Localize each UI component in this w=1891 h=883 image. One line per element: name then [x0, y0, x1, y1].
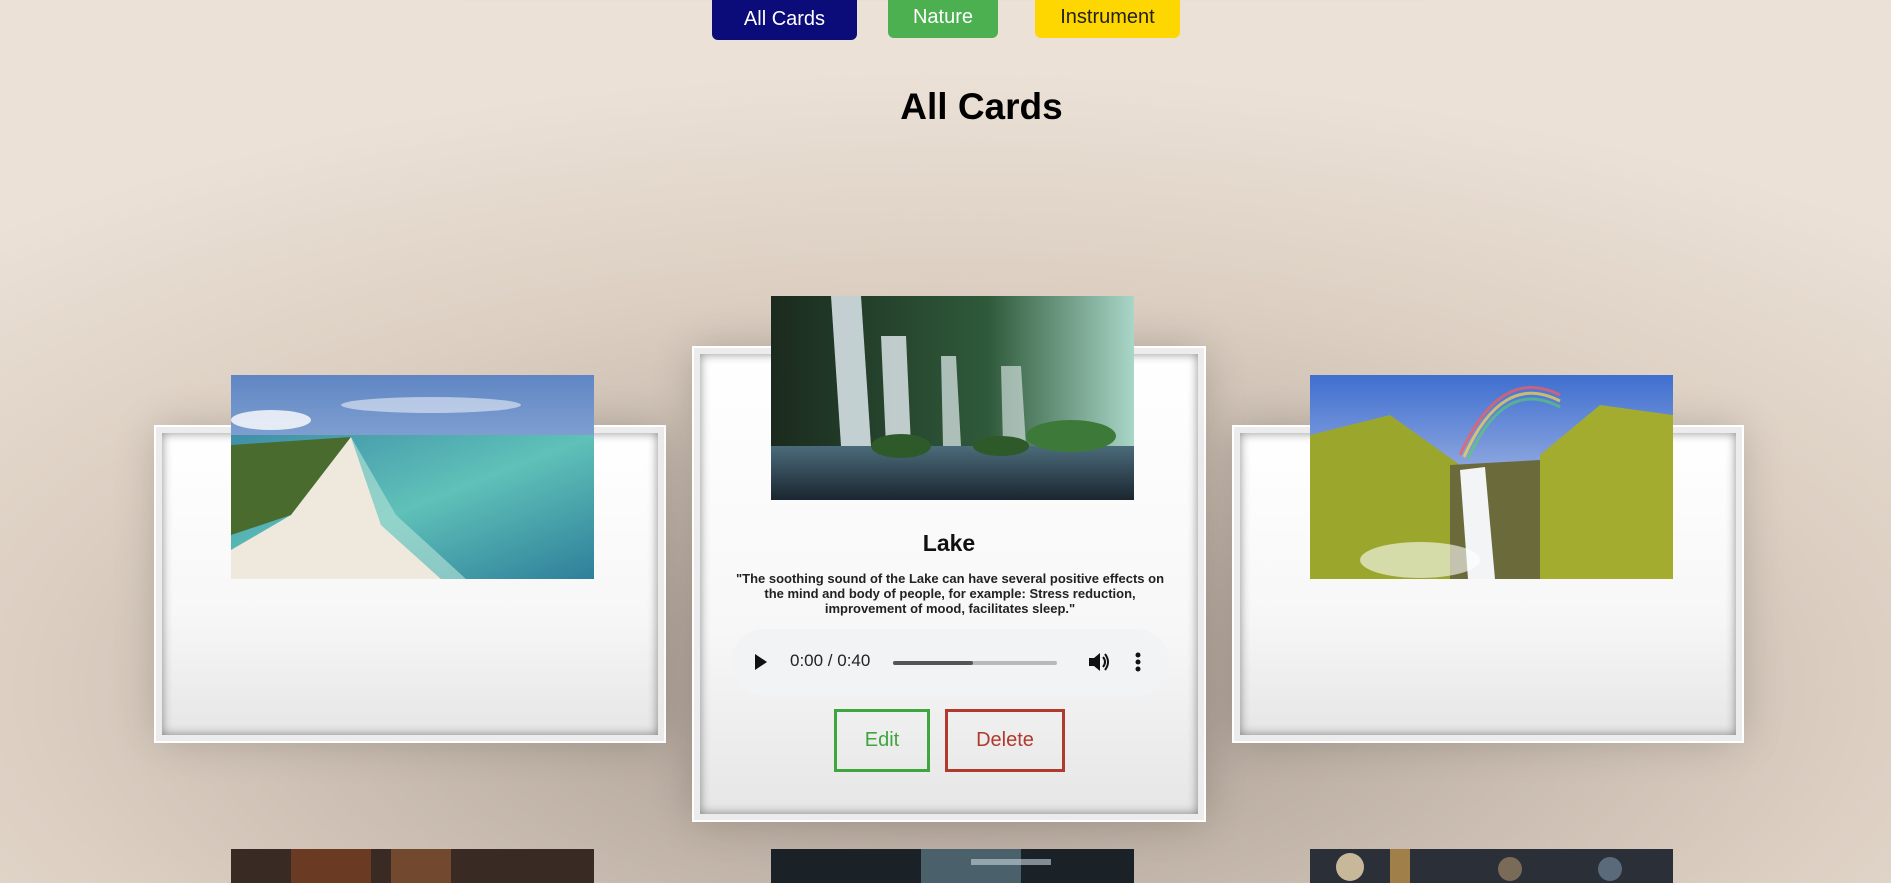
- delete-button[interactable]: Delete: [945, 709, 1065, 772]
- audio-player[interactable]: 0:00 / 0:40: [731, 629, 1169, 696]
- play-icon[interactable]: [755, 654, 767, 670]
- instrument-image-2: [771, 849, 1134, 883]
- audio-progress-track[interactable]: [893, 661, 1057, 665]
- page-title: All Cards: [900, 86, 1063, 127]
- volume-icon[interactable]: [1087, 651, 1111, 673]
- filter-all-button[interactable]: All Cards: [712, 0, 857, 40]
- audio-progress-fill: [893, 661, 974, 665]
- filter-nature-button[interactable]: Nature: [888, 0, 998, 38]
- filter-bar: All Cards Nature Instrument: [0, 0, 1891, 40]
- edit-button[interactable]: Edit: [834, 709, 930, 772]
- lake-image: [771, 296, 1134, 500]
- card-title: Lake: [922, 530, 976, 556]
- waterfall-image: [1310, 375, 1673, 579]
- more-vert-icon[interactable]: [1134, 651, 1142, 673]
- beach-image: [231, 375, 594, 579]
- filter-instrument-button[interactable]: Instrument: [1035, 0, 1180, 38]
- instrument-image-3: [1310, 849, 1673, 883]
- instrument-image-1: [231, 849, 594, 883]
- card-description: "The soothing sound of the Lake can have…: [735, 571, 1165, 616]
- audio-time: 0:00 / 0:40: [790, 651, 871, 670]
